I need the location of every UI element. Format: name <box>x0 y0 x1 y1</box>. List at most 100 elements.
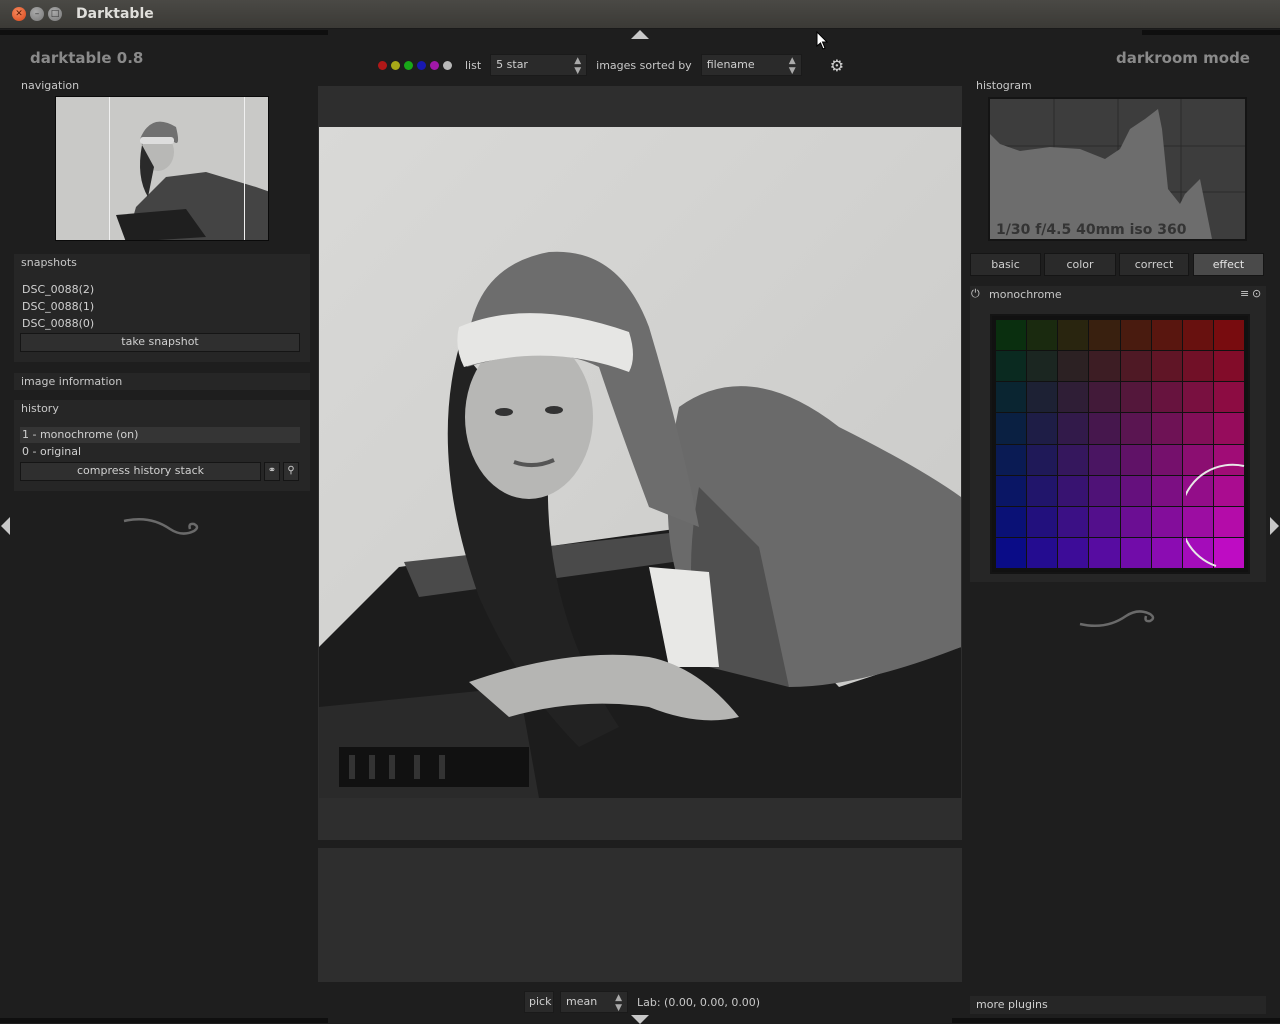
filter-selection-circle[interactable] <box>1186 463 1248 569</box>
snapshots-title[interactable]: snapshots <box>21 256 77 269</box>
color-label-dot[interactable] <box>404 60 413 70</box>
color-filter-cell <box>1027 320 1058 351</box>
star-filter-value: 5 star <box>496 58 528 71</box>
spin-arrows-icon: ▲ ▼ <box>615 993 622 1013</box>
collapse-top-panel-icon[interactable] <box>631 30 649 39</box>
color-filter-cell <box>1120 351 1151 382</box>
color-filter-cell <box>1027 475 1058 506</box>
color-filter-cell <box>1089 537 1120 568</box>
main-photo[interactable] <box>319 127 961 798</box>
window-minimize-icon[interactable]: – <box>30 7 44 21</box>
picker-mode-select[interactable]: mean ▲ ▼ <box>560 991 628 1013</box>
color-filter-cell <box>1058 413 1089 444</box>
gear-icon[interactable]: ⚙ <box>830 56 844 75</box>
tab-correct[interactable]: correct <box>1119 253 1189 276</box>
color-filter-cell <box>1027 537 1058 568</box>
histogram-graph <box>990 99 1245 239</box>
color-filter-cell <box>1151 320 1182 351</box>
color-filter-cell <box>1089 475 1120 506</box>
color-filter-cell <box>996 506 1027 537</box>
window-close-icon[interactable]: ✕ <box>12 7 26 21</box>
paste-history-icon[interactable]: ⚲ <box>283 462 299 481</box>
snapshot-item[interactable]: DSC_0088(0) <box>22 317 94 330</box>
window-maximize-icon[interactable]: □ <box>48 7 62 21</box>
tab-effect[interactable]: effect <box>1193 253 1264 276</box>
tab-color[interactable]: color <box>1044 253 1116 276</box>
history-item[interactable]: 0 - original <box>20 444 300 460</box>
bottom-right-edge <box>952 1018 1280 1023</box>
color-filter-cell <box>1120 506 1151 537</box>
navigation-thumbnail[interactable] <box>55 96 269 241</box>
color-filter-cell <box>996 413 1027 444</box>
color-filter-cell <box>1120 382 1151 413</box>
reset-icon[interactable]: ⊙ <box>1252 287 1261 300</box>
color-filter-cell <box>996 444 1027 475</box>
navigation-title[interactable]: navigation <box>21 79 79 92</box>
copy-history-icon[interactable]: ⚭ <box>264 462 280 481</box>
color-filter-cell <box>1058 320 1089 351</box>
window-titlebar: ✕ – □ Darktable <box>0 0 1280 29</box>
collapse-right-panel-icon[interactable] <box>1270 517 1279 535</box>
color-label-dot[interactable] <box>417 60 426 70</box>
color-label-dot[interactable] <box>443 60 452 70</box>
image-information-title[interactable]: image information <box>21 375 122 388</box>
spin-arrows-icon: ▲ ▼ <box>574 56 582 76</box>
collapse-left-panel-icon[interactable] <box>1 517 10 535</box>
presets-menu-icon[interactable]: ≡ <box>1240 287 1249 300</box>
take-snapshot-button[interactable]: take snapshot <box>20 333 300 352</box>
color-filter-cell <box>1151 413 1182 444</box>
navigation-photo <box>56 97 268 240</box>
color-filter-cell <box>1182 351 1213 382</box>
compress-history-button[interactable]: compress history stack <box>20 462 261 481</box>
lab-readout: Lab: (0.00, 0.00, 0.00) <box>637 995 761 1009</box>
bottom-toolbar: pick mean ▲ ▼ Lab: (0.00, 0.00, 0.00) <box>524 991 763 1013</box>
history-title[interactable]: history <box>21 402 59 415</box>
color-label-dot[interactable] <box>430 60 439 70</box>
sort-value: filename <box>706 58 755 71</box>
sort-select[interactable]: filename ▲ ▼ <box>700 54 802 76</box>
color-filter-cell <box>1151 444 1182 475</box>
color-filter-cell <box>1151 382 1182 413</box>
collapse-bottom-panel-icon[interactable] <box>631 1015 649 1024</box>
color-filter-cell <box>1058 444 1089 475</box>
snapshot-item[interactable]: DSC_0088(1) <box>22 300 94 313</box>
histogram-title: histogram <box>976 79 1032 92</box>
color-label-dot[interactable] <box>391 60 400 70</box>
color-filter-cell <box>1151 506 1182 537</box>
color-filter-cell <box>1058 382 1089 413</box>
color-filter-cell <box>1089 382 1120 413</box>
exif-info: 1/30 f/4.5 40mm iso 360 <box>996 222 1187 238</box>
filmstrip-panel <box>318 848 962 982</box>
piano-keys <box>339 747 529 787</box>
view-mode[interactable]: darkroom mode <box>1116 49 1250 67</box>
more-plugins[interactable]: more plugins <box>970 996 1266 1014</box>
color-filter-cell <box>1182 320 1213 351</box>
color-filter-cell <box>1089 506 1120 537</box>
color-filter-cell <box>1058 506 1089 537</box>
history-item-active[interactable]: 1 - monochrome (on) <box>20 427 300 443</box>
color-filter-cell <box>1151 475 1182 506</box>
color-label-dot[interactable] <box>378 60 387 70</box>
snapshot-item[interactable]: DSC_0088(2) <box>22 283 94 296</box>
monochrome-title[interactable]: monochrome <box>989 288 1062 301</box>
color-filter-cell <box>996 320 1027 351</box>
color-filter-cell <box>1120 475 1151 506</box>
color-filter-cell <box>1120 537 1151 568</box>
right-panel-flourish-icon <box>1079 610 1155 627</box>
color-filter-cell <box>1027 444 1058 475</box>
histogram[interactable] <box>988 97 1247 241</box>
color-filter-cell <box>1027 351 1058 382</box>
color-filter-cell <box>1089 351 1120 382</box>
pick-button[interactable]: pick <box>524 991 554 1013</box>
color-filter-cell <box>996 475 1027 506</box>
color-filter-cell <box>1089 320 1120 351</box>
color-filter-cell <box>1213 351 1244 382</box>
picker-mode-value: mean <box>566 995 598 1008</box>
star-filter-select[interactable]: 5 star ▲ ▼ <box>490 54 588 76</box>
color-filter-cell <box>1120 444 1151 475</box>
power-icon[interactable]: ⏻ <box>971 287 980 301</box>
pick-label: pick <box>529 995 552 1008</box>
tab-basic[interactable]: basic <box>970 253 1041 276</box>
top-right-edge <box>1142 30 1280 35</box>
bottom-left-edge <box>0 1018 328 1023</box>
